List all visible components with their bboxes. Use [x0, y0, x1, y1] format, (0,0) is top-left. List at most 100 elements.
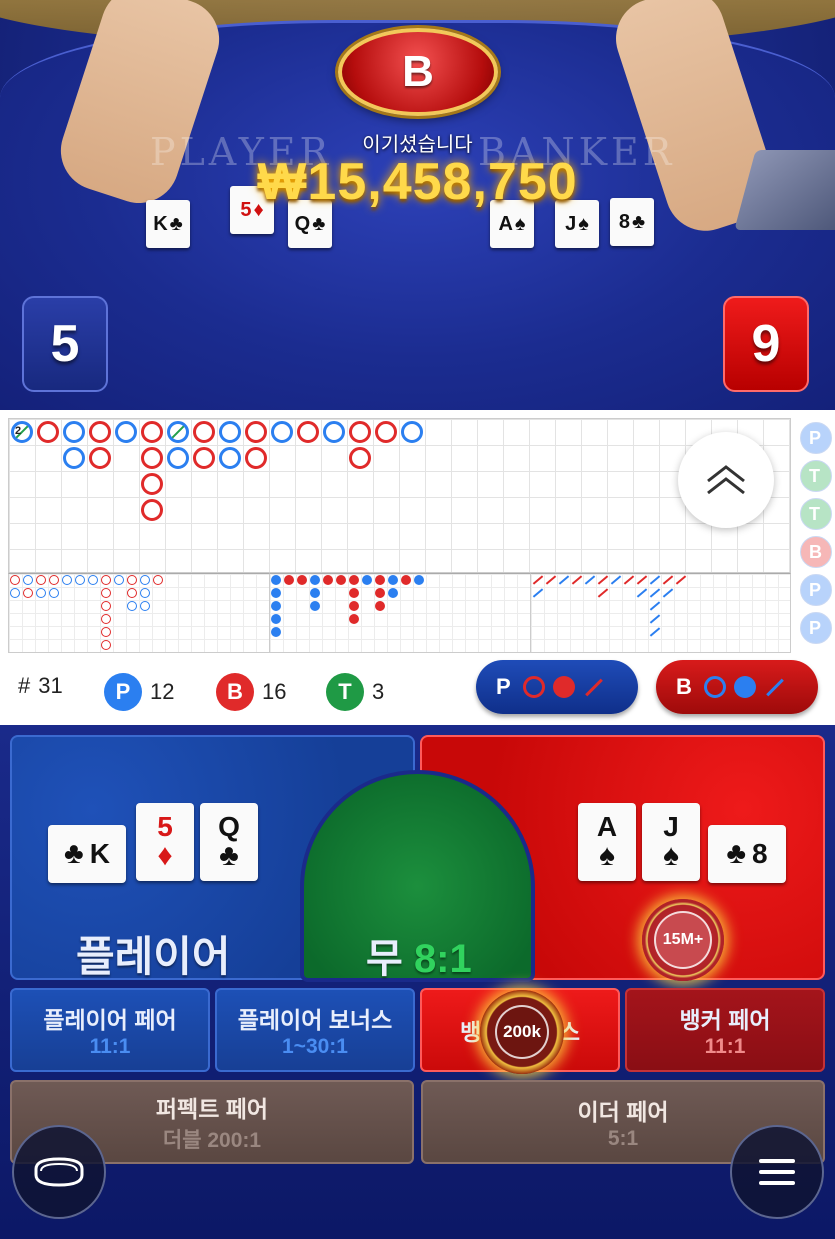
big-eye-road-mark	[49, 588, 59, 598]
banker-wins-stat: B 16	[216, 673, 286, 711]
cockroach-road-mark	[675, 575, 687, 585]
cockroach-road-mark	[649, 588, 661, 598]
small-road-mark	[375, 575, 385, 585]
banker-pair-bet[interactable]: 뱅커 페어 11:1	[625, 988, 825, 1072]
player-predict-button[interactable]: P	[476, 660, 638, 714]
menu-button[interactable]	[730, 1125, 824, 1219]
predict-slash-icon	[766, 678, 784, 696]
small-road-mark	[349, 601, 359, 611]
result-badge-banker: B	[338, 28, 498, 116]
side-road-item: P	[800, 574, 832, 606]
lobby-button[interactable]	[12, 1125, 106, 1219]
big-eye-road-mark	[140, 588, 150, 598]
banker-bonus-chip[interactable]: 200k	[480, 990, 564, 1074]
cockroach-road-mark	[558, 575, 570, 585]
cockroach-road-mark	[610, 575, 622, 585]
cockroach-road-mark	[649, 614, 661, 624]
big-road-banker-mark	[141, 499, 163, 521]
small-road-mark	[388, 575, 398, 585]
big-road-player-mark	[167, 447, 189, 469]
small-road-mark	[271, 588, 281, 598]
small-road-mark	[271, 614, 281, 624]
player-wins-stat: P 12	[104, 673, 174, 711]
small-road-mark	[375, 601, 385, 611]
big-road-banker-mark	[245, 447, 267, 469]
player-pair-bet[interactable]: 플레이어 페어 11:1	[10, 988, 210, 1072]
cockroach-road-mark	[623, 575, 635, 585]
predict-slash-icon	[584, 678, 603, 696]
player-card-1: ♣ K	[48, 825, 126, 883]
tie-bet-label: 무 8:1	[366, 937, 472, 981]
betting-board: ♣ K 5 ♦ Q ♣ 플레이어 A ♠ J ♠ ♣ 8 15M+ 무 8:1 플레이어 페…	[0, 725, 835, 1239]
big-eye-road-mark	[49, 575, 59, 585]
small-road-mark	[336, 575, 346, 585]
small-road-mark	[414, 575, 424, 585]
small-road-mark	[310, 588, 320, 598]
player-bet-label: 플레이어	[76, 933, 231, 980]
player-card-3: Q ♣	[200, 803, 258, 881]
big-eye-road-mark	[101, 601, 111, 611]
big-eye-boy-road	[8, 573, 270, 653]
cockroach-road-mark	[532, 588, 544, 598]
banker-predict-button[interactable]: B	[656, 660, 818, 714]
cockroach-road-mark	[662, 588, 674, 598]
roadmap-panel[interactable]: 2 PTTBPP #31 P 12 B 16 T 3 P B	[0, 410, 835, 725]
big-eye-road-mark	[23, 588, 33, 598]
cockroach-road-mark	[649, 575, 661, 585]
big-eye-road-mark	[62, 575, 72, 585]
win-amount: ₩15,458,750	[257, 153, 578, 211]
small-road-mark	[310, 575, 320, 585]
big-eye-road-mark	[23, 575, 33, 585]
small-road-mark	[271, 575, 281, 585]
big-road-banker-mark	[141, 473, 163, 495]
predict-dot-icon	[552, 676, 575, 698]
big-eye-road-mark	[75, 575, 85, 585]
big-eye-road-mark	[36, 575, 46, 585]
player-score: 5	[22, 296, 108, 392]
predict-dot-icon	[733, 676, 756, 698]
expand-roadmap-button[interactable]	[678, 432, 774, 528]
banker-card-3: ♣ 8	[708, 825, 786, 883]
big-road[interactable]: 2	[8, 418, 791, 573]
big-eye-road-mark	[140, 601, 150, 611]
big-eye-road-mark	[127, 601, 137, 611]
banker-bet-chip[interactable]: 15M+	[642, 899, 724, 981]
cockroach-road-mark	[584, 575, 596, 585]
big-eye-road-mark	[10, 575, 20, 585]
side-road-item: P	[800, 422, 832, 454]
side-road-item: T	[800, 498, 832, 530]
big-eye-road-mark	[140, 575, 150, 585]
hamburger-menu-icon	[759, 1159, 795, 1185]
big-eye-road-mark	[101, 614, 111, 624]
big-road-banker-mark	[297, 421, 319, 443]
big-road-player-mark	[401, 421, 423, 443]
player-badge: P	[104, 673, 142, 711]
small-road	[269, 573, 531, 653]
table-icon	[34, 1157, 84, 1187]
big-road-banker-mark	[193, 447, 215, 469]
small-road-mark	[271, 627, 281, 637]
small-road-mark	[297, 575, 307, 585]
tie-badge: T	[326, 673, 364, 711]
big-road-player-mark	[115, 421, 137, 443]
big-road-player-mark	[63, 421, 85, 443]
cockroach-road-mark	[636, 588, 648, 598]
cockroach-road-mark	[571, 575, 583, 585]
big-road-banker-mark	[141, 447, 163, 469]
tie-count-label: 2	[15, 425, 22, 437]
side-road-item: P	[800, 612, 832, 644]
big-eye-road-mark	[101, 627, 111, 637]
cockroach-road-mark	[649, 601, 661, 611]
banker-badge: B	[216, 673, 254, 711]
player-card-2: 5 ♦	[136, 803, 194, 881]
banker-bonus-bet[interactable]: 뱅스 200k	[420, 988, 620, 1074]
big-road-banker-mark	[349, 421, 371, 443]
double-chevron-up-icon	[707, 465, 745, 495]
small-road-mark	[349, 575, 359, 585]
cockroach-road-mark	[662, 575, 674, 585]
big-road-player-mark	[219, 447, 241, 469]
player-bonus-bet[interactable]: 플레이어 보너스 1~30:1	[215, 988, 415, 1072]
cockroach-road-mark	[649, 627, 661, 637]
big-eye-road-mark	[127, 588, 137, 598]
small-road-mark	[271, 601, 281, 611]
